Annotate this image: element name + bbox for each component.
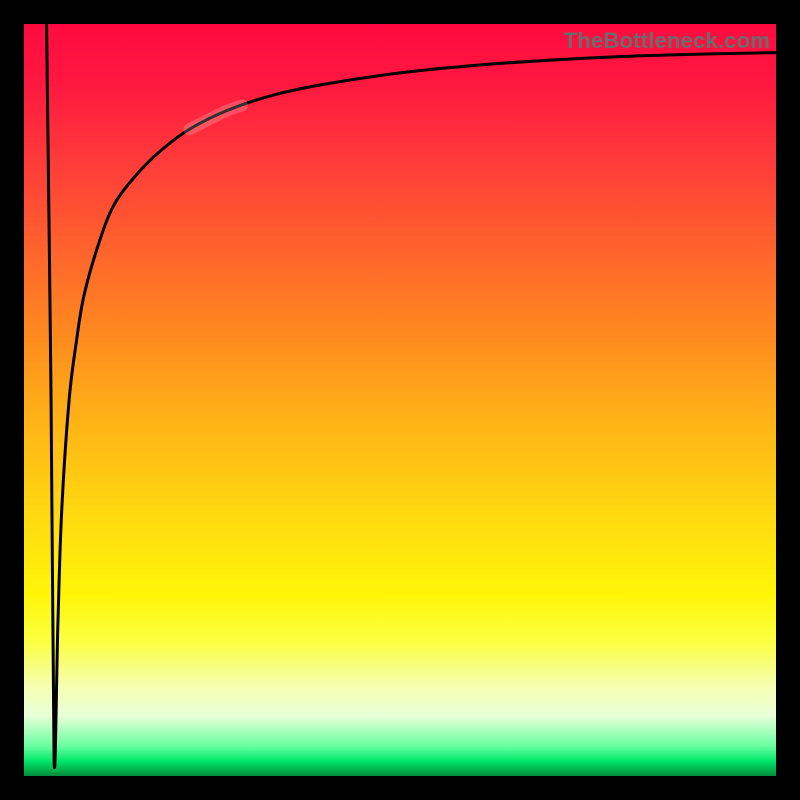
bottleneck-curve xyxy=(47,24,776,768)
chart-frame: TheBottleneck.com xyxy=(0,0,800,800)
curve-layer xyxy=(24,24,776,776)
plot-area: TheBottleneck.com xyxy=(24,24,776,776)
highlight-segment xyxy=(189,105,242,129)
